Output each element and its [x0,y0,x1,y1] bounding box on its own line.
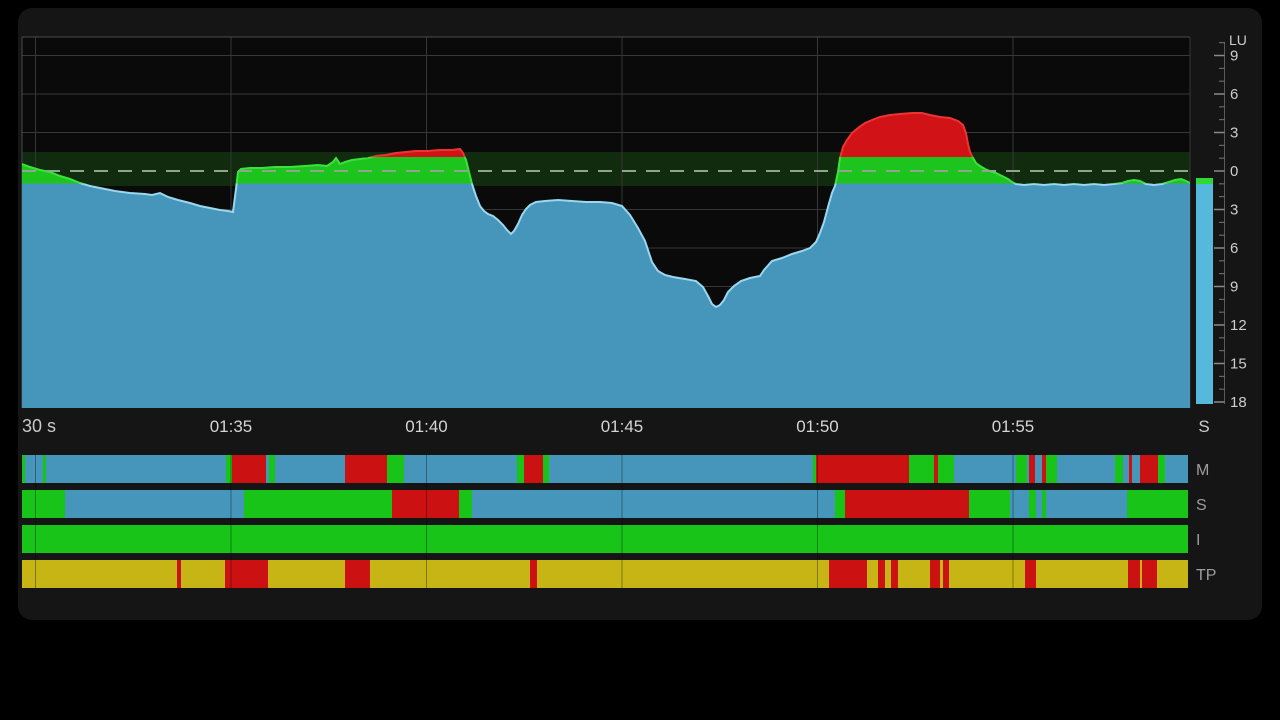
svg-text:M: M [1196,462,1209,479]
svg-text:01:35: 01:35 [210,417,253,436]
svg-text:S: S [1196,497,1207,514]
svg-text:01:50: 01:50 [796,417,839,436]
svg-text:6: 6 [1230,240,1238,257]
svg-text:LU: LU [1229,32,1247,48]
svg-text:01:40: 01:40 [405,417,448,436]
svg-text:S: S [1198,417,1209,436]
svg-text:15: 15 [1230,355,1247,372]
loudness-history-chart: 9 6 3 0 3 6 9 12 15 18 LU 30 s 01:35 01:40 01:45 01:50 0… [0,0,1280,720]
svg-text:01:55: 01:55 [992,417,1035,436]
svg-text:12: 12 [1230,317,1247,334]
svg-text:9: 9 [1230,48,1238,65]
svg-text:9: 9 [1230,278,1238,295]
svg-text:I: I [1196,532,1200,549]
svg-text:01:45: 01:45 [601,417,644,436]
svg-text:6: 6 [1230,86,1238,103]
svg-text:30 s: 30 s [22,416,56,436]
loudness-meter-app: 9 6 3 0 3 6 9 12 15 18 LU 30 s 01:35 01:40 01:45 01:50 0… [0,0,1280,720]
svg-text:3: 3 [1230,201,1238,218]
svg-text:18: 18 [1230,394,1247,411]
svg-text:0: 0 [1230,163,1238,180]
transport-bar: S Start Stop Reset Pause 30 s [0,628,1280,720]
svg-text:TP: TP [1196,567,1216,584]
svg-text:3: 3 [1230,125,1238,142]
